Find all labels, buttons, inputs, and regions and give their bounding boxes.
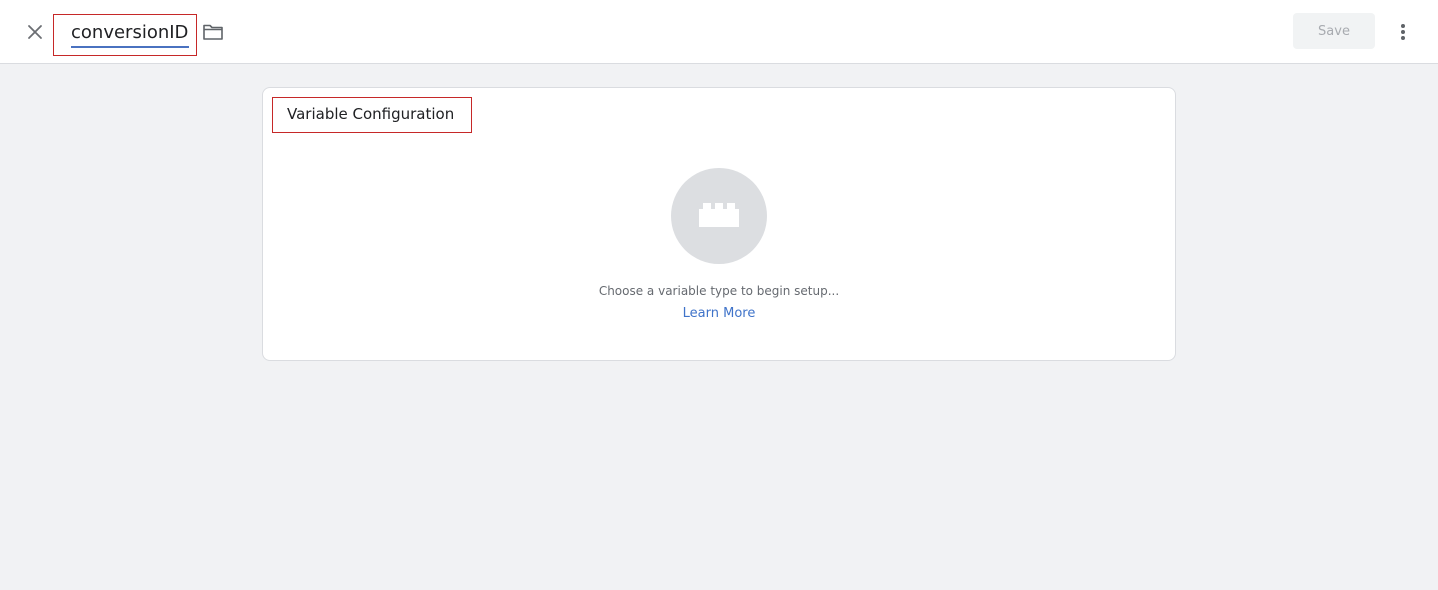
save-button[interactable]: Save — [1293, 13, 1375, 49]
variable-name-input[interactable] — [71, 19, 189, 48]
variable-configuration-card: Variable Configuration Choose a variable… — [262, 87, 1176, 361]
lego-brick-icon — [699, 203, 739, 227]
more-vert-icon[interactable] — [1391, 19, 1415, 45]
setup-hint-text: Choose a variable type to begin setup... — [598, 284, 840, 298]
card-title: Variable Configuration — [287, 105, 455, 123]
folder-icon[interactable] — [201, 21, 225, 43]
choose-variable-type-button[interactable] — [671, 168, 767, 264]
close-icon[interactable] — [22, 19, 48, 45]
top-bar: Save — [0, 0, 1438, 64]
learn-more-link[interactable]: Learn More — [263, 306, 1175, 321]
